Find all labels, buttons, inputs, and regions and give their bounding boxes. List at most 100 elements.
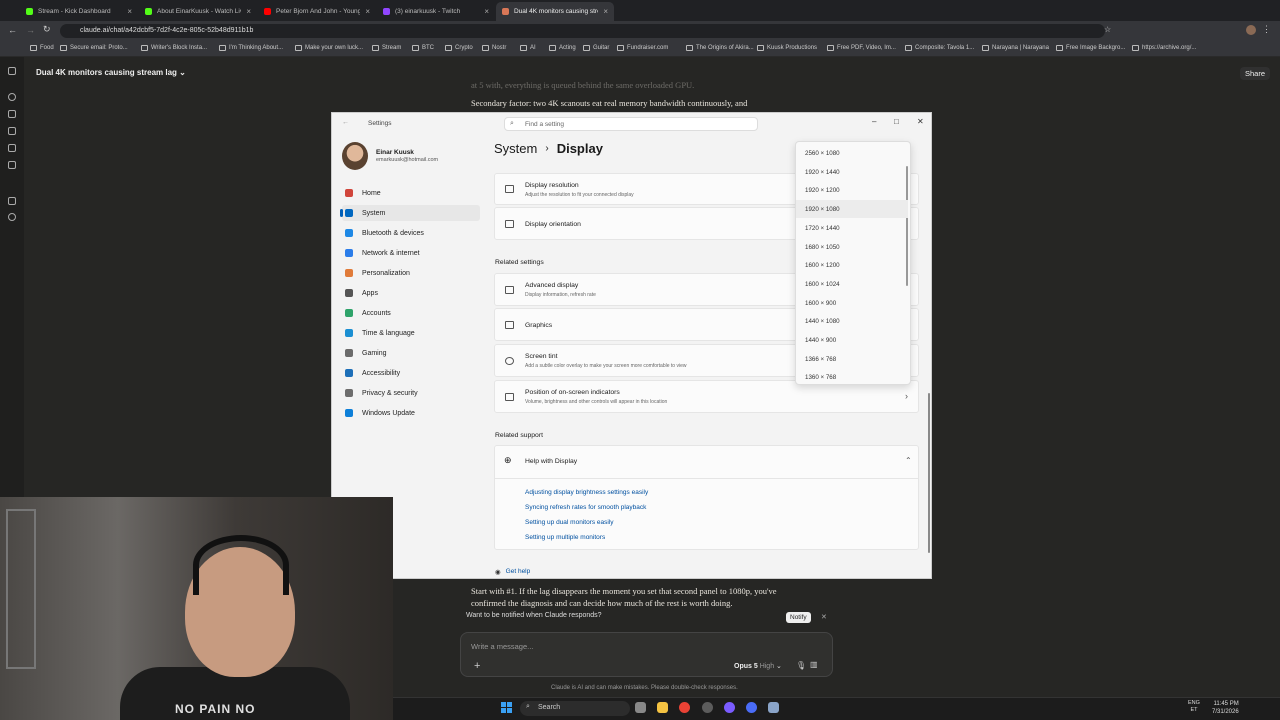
close-tab-icon[interactable]: × [484,7,489,16]
settings-nav-privacy-security[interactable]: Privacy & security [342,385,480,401]
messenger-icon[interactable] [724,702,735,713]
code-icon[interactable] [8,161,16,169]
task-view-icon[interactable] [635,702,646,713]
back-arrow-icon[interactable]: ← [342,119,349,126]
forward-icon[interactable]: → [26,25,35,35]
bookmark-item[interactable]: Acting [549,45,576,51]
code-brackets-icon[interactable] [8,197,16,205]
input-language[interactable]: ENG ET [1188,700,1200,714]
resolution-dropdown[interactable]: 2560 × 1080 1920 × 1440 1920 × 1200 1920 × … [795,141,911,385]
star-icon[interactable]: ☆ [1104,25,1111,34]
bookmark-item[interactable]: Crypto [445,45,473,51]
settings-search-input[interactable]: ⌕ Find a setting [504,117,758,131]
help-link[interactable]: Adjusting display brightness settings ea… [525,489,648,496]
address-bar[interactable]: claude.ai/chat/a42dcbf5-7d2f-4c2e-805c-5… [60,24,1105,38]
model-selector[interactable]: Opus 5 High ⌄ [734,662,782,670]
share-button[interactable]: Share [1240,67,1271,80]
bookmark-item[interactable]: Writer's Block Insta... [141,45,207,51]
settings-nav-system[interactable]: System [340,205,480,221]
bookmark-item[interactable]: Free Image Backgro... [1056,45,1125,51]
settings-nav-accounts[interactable]: Accounts [342,305,480,321]
browser-menu-icon[interactable]: ⋮ [1262,24,1271,35]
resolution-option[interactable]: 1366 × 768 [796,350,908,368]
settings-app-icon[interactable] [768,702,779,713]
sidebar-toggle-icon[interactable] [8,67,16,75]
resolution-option[interactable]: 1600 × 1024 [796,275,908,293]
bookmark-item[interactable]: Narayana | Narayana [982,45,1049,51]
maximize-button[interactable]: □ [894,117,899,126]
close-button[interactable]: ✕ [917,117,924,126]
help-link[interactable]: Setting up dual monitors easily [525,519,614,526]
resolution-option[interactable]: 2560 × 1080 [796,144,908,162]
obs-icon[interactable] [702,702,713,713]
browser-tab[interactable]: About EinarKuusk - Watch Live × [139,2,257,21]
taskbar-search[interactable]: ⌕ Search [520,701,630,716]
notify-button[interactable]: Notify [786,612,811,623]
bookmark-item[interactable]: Kuusk Productions [757,45,817,51]
browser-tab[interactable]: Dual 4K monitors causing strea × [496,2,614,21]
browser-tab[interactable]: Stream - Kick Dashboard × [20,2,138,21]
get-help-link[interactable]: ◉ Get help [495,568,530,576]
resolution-option[interactable]: 1680 × 1050 [796,238,908,256]
new-chat-icon[interactable] [8,93,16,101]
close-notify-icon[interactable]: ✕ [821,613,827,621]
chrome-icon[interactable] [679,702,690,713]
message-composer[interactable]: Write a message... + Opus 5 High ⌄ 🎙 ▥ [460,632,833,677]
settings-nav-windows-update[interactable]: Windows Update [342,405,480,421]
bookmark-item[interactable]: https://archive.org/... [1132,45,1196,51]
bookmark-item[interactable]: Fundraiser.com [617,45,668,51]
resolution-option[interactable]: 1600 × 900 [796,294,908,312]
profile-avatar[interactable] [1246,25,1256,35]
projects-icon[interactable] [8,127,16,135]
help-link[interactable]: Setting up multiple monitors [525,534,605,541]
resolution-option[interactable]: 1920 × 1440 [796,163,908,181]
resolution-option[interactable]: 1360 × 768 [796,368,908,386]
close-tab-icon[interactable]: × [365,7,370,16]
start-button[interactable] [501,702,512,713]
close-tab-icon[interactable]: × [246,7,251,16]
settings-nav-accessibility[interactable]: Accessibility [342,365,480,381]
bookmark-item[interactable]: Secure email: Proto... [60,45,128,51]
resolution-option[interactable]: 1440 × 1080 [796,312,908,330]
bookmark-item[interactable]: AI [520,45,536,51]
bookmark-item[interactable]: Stream [372,45,401,51]
settings-nav-apps[interactable]: Apps [342,285,480,301]
close-tab-icon[interactable]: × [603,7,608,16]
file-explorer-icon[interactable] [657,702,668,713]
settings-nav-network-internet[interactable]: Network & internet [342,245,480,261]
help-title[interactable]: Help with Display [525,458,577,465]
resolution-option[interactable]: 1920 × 1080 [796,200,908,219]
reload-icon[interactable]: ↻ [43,24,51,35]
chevron-up-icon[interactable]: ⌃ [905,456,912,465]
back-icon[interactable]: ← [8,25,17,35]
settings-nav-bluetooth-devices[interactable]: Bluetooth & devices [342,225,480,241]
bookmark-item[interactable]: I'm Thinking About... [219,45,283,51]
breadcrumb-system[interactable]: System [494,141,537,156]
bookmark-item[interactable]: Nostr [482,45,506,51]
settings-nav-home[interactable]: Home [342,185,480,201]
minimize-button[interactable]: – [872,117,876,126]
microphone-icon[interactable]: 🎙 [796,661,806,670]
bookmark-item[interactable]: Guitar [583,45,609,51]
chat-title[interactable]: Dual 4K monitors causing stream lag ⌄ [36,68,186,77]
browser-tab[interactable]: Peter Bjorn And John - Young × [258,2,376,21]
close-tab-icon[interactable]: × [127,7,132,16]
bookmark-item[interactable]: Free PDF, Video, Im... [827,45,896,51]
settings-nav-personalization[interactable]: Personalization [342,265,480,281]
resolution-option[interactable]: 1720 × 1440 [796,219,908,237]
chats-icon[interactable] [8,110,16,118]
bookmark-item[interactable]: BTC [412,45,434,51]
user-avatar[interactable] [342,142,368,170]
settings-nav-gaming[interactable]: Gaming [342,345,480,361]
voice-mode-icon[interactable]: ▥ [810,660,824,670]
bookmark-item[interactable]: Composite: Tavola 1... [905,45,974,51]
help-link[interactable]: Syncing refresh rates for smooth playbac… [525,504,646,511]
bookmark-item[interactable]: Make your own luck... [295,45,363,51]
settings-nav-time-language[interactable]: Time & language [342,325,480,341]
app-icon[interactable] [746,702,757,713]
resolution-option[interactable]: 1440 × 900 [796,331,908,349]
settings-gear-icon[interactable] [8,213,16,221]
add-attachment-icon[interactable]: + [474,660,480,672]
artifacts-icon[interactable] [8,144,16,152]
settings-scrollbar[interactable] [928,393,930,553]
